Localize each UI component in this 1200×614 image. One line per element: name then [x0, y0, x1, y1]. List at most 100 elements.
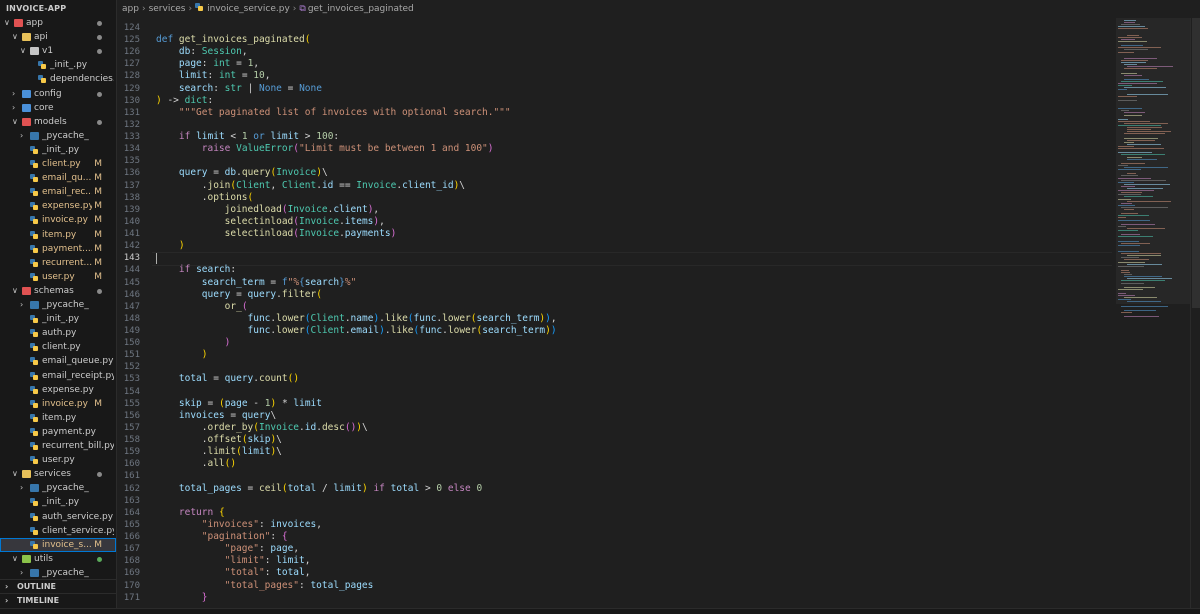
- tree-folder[interactable]: › _pycache_: [0, 566, 116, 580]
- tree-file[interactable]: payment.py: [0, 425, 116, 439]
- minimap-line: [1127, 255, 1161, 257]
- minimap-line: [1121, 253, 1161, 255]
- code-token: limit: [178, 70, 208, 82]
- breadcrumb-item[interactable]: get_invoices_paginated: [308, 0, 414, 18]
- code-token: dict: [184, 94, 208, 106]
- tree-file[interactable]: invoice.py M: [0, 213, 116, 227]
- tree-folder[interactable]: ∨ models: [0, 115, 116, 129]
- tree-file[interactable]: _init_.py: [0, 143, 116, 157]
- tree-item-label: _init_.py: [42, 497, 80, 508]
- tree-file[interactable]: _init_.py: [0, 58, 116, 72]
- tree-file[interactable]: _init_.py: [0, 495, 116, 509]
- timeline-section[interactable]: › TIMELINE: [0, 593, 116, 608]
- tree-folder[interactable]: › _pycache_: [0, 298, 116, 312]
- tree-file[interactable]: recurrent.... M: [0, 256, 116, 270]
- tree-item-label: email_queue.py: [42, 356, 114, 367]
- minimap-line: [1121, 269, 1129, 271]
- tree-folder[interactable]: ∨ schemas: [0, 284, 116, 298]
- tree-folder[interactable]: › config: [0, 87, 116, 101]
- code-line: or_(: [156, 301, 248, 313]
- code-token: return: [178, 506, 219, 518]
- tree-file[interactable]: email_queue.py: [0, 354, 116, 368]
- breadcrumb-item[interactable]: services: [149, 0, 186, 18]
- minimap-line: [1118, 215, 1149, 217]
- code-token: total_pages: [310, 579, 374, 591]
- tree-file[interactable]: dependencies.py: [0, 72, 116, 86]
- minimap-line: [1124, 74, 1142, 76]
- tree-file[interactable]: auth.py: [0, 326, 116, 340]
- tree-file[interactable]: _init_.py: [0, 312, 116, 326]
- line-number: 170: [123, 580, 140, 591]
- tree-file[interactable]: item.py M: [0, 228, 116, 242]
- code-token: ): [550, 325, 557, 336]
- minimap-line: [1127, 34, 1139, 36]
- tree-folder[interactable]: ∨ v1: [0, 44, 116, 58]
- tree-folder[interactable]: ∨ services: [0, 467, 116, 481]
- tree-file[interactable]: client_service.py: [0, 524, 116, 538]
- code-token: id: [304, 421, 317, 433]
- tree-file[interactable]: recurrent_bill.py: [0, 439, 116, 453]
- tree-file[interactable]: client.py: [0, 340, 116, 354]
- tree-file[interactable]: user.py: [0, 453, 116, 467]
- tree-folder[interactable]: › _pycache_: [0, 129, 116, 143]
- tree-item-label: recurrent....: [42, 257, 92, 268]
- tree-folder[interactable]: ∨ api: [0, 30, 116, 44]
- code-token: page: [270, 543, 294, 555]
- tree-folder[interactable]: › core: [0, 101, 116, 115]
- code-token: ,: [304, 555, 311, 567]
- outline-section[interactable]: › OUTLINE: [0, 579, 116, 594]
- code-token: offset: [207, 434, 242, 446]
- minimap-line: [1121, 272, 1130, 273]
- chevron-down-icon: ∨: [12, 285, 18, 295]
- tree-file[interactable]: invoice_s... M: [0, 537, 116, 552]
- folder-icon: [30, 131, 39, 140]
- tree-file[interactable]: email_receipt.py: [0, 369, 116, 383]
- tree-file[interactable]: user.py M: [0, 270, 116, 284]
- tree-item-label: recurrent_bill.py: [42, 441, 114, 451]
- code-token: :: [207, 94, 214, 106]
- tree-file[interactable]: expense.py M: [0, 199, 116, 213]
- python-file-icon: [30, 315, 39, 324]
- tree-file[interactable]: email_rec... M: [0, 185, 116, 199]
- code-token: \: [321, 167, 328, 179]
- code-line: limit: int = 10,: [156, 70, 271, 82]
- tree-file[interactable]: payment.... M: [0, 242, 116, 256]
- editor-scrollbar[interactable]: [1190, 18, 1200, 608]
- tree-file[interactable]: email_qu... M: [0, 171, 116, 185]
- tree-folder[interactable]: ∨ utils: [0, 552, 116, 566]
- code-token: >: [419, 482, 437, 494]
- code-token: limit: [196, 131, 225, 143]
- code-token: Invoice: [276, 167, 317, 179]
- code-token: =: [241, 482, 259, 494]
- tree-folder[interactable]: › _pycache_: [0, 481, 116, 495]
- code-token: selectinload: [224, 215, 294, 227]
- tree-folder[interactable]: ∨ app: [0, 16, 116, 30]
- minimap[interactable]: [1116, 18, 1190, 608]
- minimap-line: [1118, 99, 1137, 101]
- tree-file[interactable]: invoice.py M: [0, 397, 116, 411]
- scrollbar-thumb[interactable]: [1192, 18, 1200, 308]
- code-token: count: [259, 373, 288, 385]
- tree-file[interactable]: client.py M: [0, 157, 116, 171]
- code-token: query: [241, 167, 271, 179]
- minimap-line: [1121, 202, 1132, 204]
- minimap-line: [1124, 276, 1162, 278]
- tree-file[interactable]: auth_service.py: [0, 510, 116, 524]
- breadcrumb-item[interactable]: invoice_service.py: [207, 0, 290, 18]
- minimap-line: [1118, 236, 1153, 238]
- code-token: ,: [241, 46, 248, 58]
- breadcrumb-item[interactable]: app: [122, 0, 139, 18]
- code-token: Client: [310, 312, 345, 324]
- tree-file[interactable]: item.py: [0, 411, 116, 425]
- minimap-line: [1121, 213, 1138, 215]
- tree-item-label: auth_service.py: [42, 511, 114, 522]
- tree-file[interactable]: expense.py: [0, 383, 116, 397]
- minimap-line: [1124, 122, 1168, 124]
- code-token: Session: [201, 46, 242, 58]
- code-editor[interactable]: def get_invoices_paginated( db: Session,…: [156, 18, 1116, 608]
- tree-item-label: item.py: [42, 412, 77, 423]
